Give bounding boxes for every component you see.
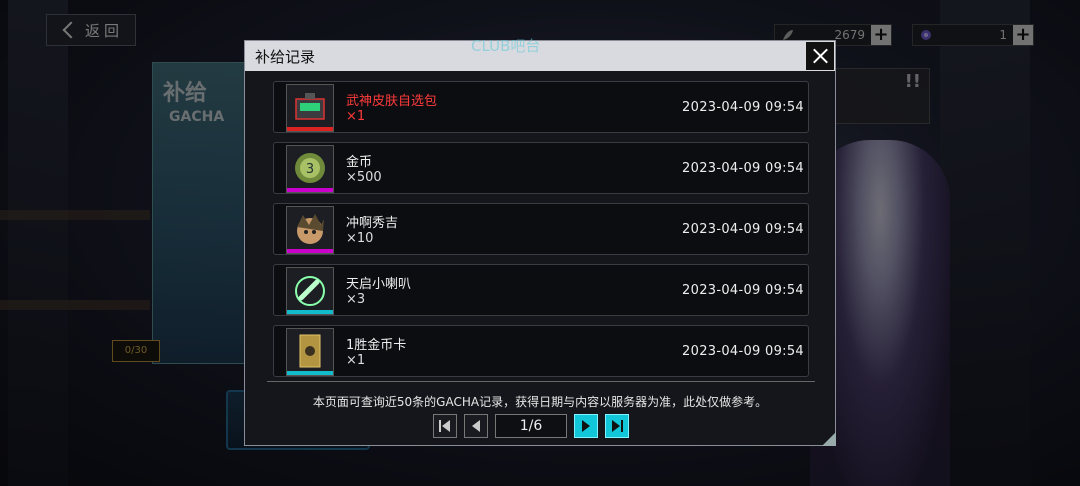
skin-pack-icon: [286, 84, 334, 132]
dialog-watermark: CLUB吧台: [471, 37, 541, 55]
item-time: 2023-04-09 09:54: [682, 222, 804, 237]
item-qty: ×10: [346, 231, 374, 246]
close-button[interactable]: [805, 41, 835, 71]
item-name: 1胜金币卡: [346, 338, 407, 353]
first-page-icon: [439, 420, 450, 432]
hideyoshi-icon: [286, 206, 334, 254]
divider: [267, 381, 815, 382]
records-note: 本页面可查询近50条的GACHA记录，获得日期与内容以服务器为准，此处仅做参考。: [312, 395, 768, 409]
item-time: 2023-04-09 09:54: [682, 344, 804, 359]
record-row: 天启小喇叭 ×3 2023-04-09 09:54: [273, 264, 809, 316]
item-time: 2023-04-09 09:54: [682, 100, 804, 115]
item-qty: ×500: [346, 170, 382, 185]
record-row: 武神皮肤自选包 ×1 2023-04-09 09:54: [273, 81, 809, 133]
item-name: 金币: [346, 155, 373, 170]
prev-page-icon: [472, 420, 480, 432]
prev-page-button[interactable]: [464, 414, 488, 438]
record-row: 3 金币 ×500 2023-04-09 09:54: [273, 142, 809, 194]
last-page-button[interactable]: [605, 414, 629, 438]
svg-text:3: 3: [306, 162, 314, 177]
pagination: 1/6: [433, 413, 629, 439]
dialog-header: 补给记录 CLUB吧台: [245, 37, 835, 71]
record-list: 武神皮肤自选包 ×1 2023-04-09 09:54 3 金币 ×500 20…: [273, 81, 809, 386]
first-page-button[interactable]: [433, 414, 457, 438]
item-qty: ×3: [346, 292, 366, 307]
supply-record-dialog: 补给记录 CLUB吧台 武神皮肤自选包 ×1 2023-04-09 09:54 …: [244, 37, 836, 446]
item-time: 2023-04-09 09:54: [682, 283, 804, 298]
gold-coin-icon: 3: [286, 145, 334, 193]
next-page-button[interactable]: [574, 414, 598, 438]
dialog-title: 补给记录: [255, 48, 316, 66]
item-time: 2023-04-09 09:54: [682, 161, 804, 176]
item-name: 武神皮肤自选包: [346, 94, 438, 109]
item-qty: ×1: [346, 109, 366, 124]
item-name: 冲啊秀吉: [346, 216, 399, 231]
record-row: 1胜金币卡 ×1 2023-04-09 09:54: [273, 325, 809, 377]
item-qty: ×1: [346, 353, 366, 368]
last-page-icon: [612, 420, 623, 432]
gold-card-icon: [286, 328, 334, 376]
page-indicator: 1/6: [495, 414, 567, 438]
item-name: 天启小喇叭: [346, 277, 412, 292]
dialog-corner: [822, 432, 836, 446]
record-row: 冲啊秀吉 ×10 2023-04-09 09:54: [273, 203, 809, 255]
next-page-icon: [582, 420, 590, 432]
trumpet-icon: [286, 267, 334, 315]
